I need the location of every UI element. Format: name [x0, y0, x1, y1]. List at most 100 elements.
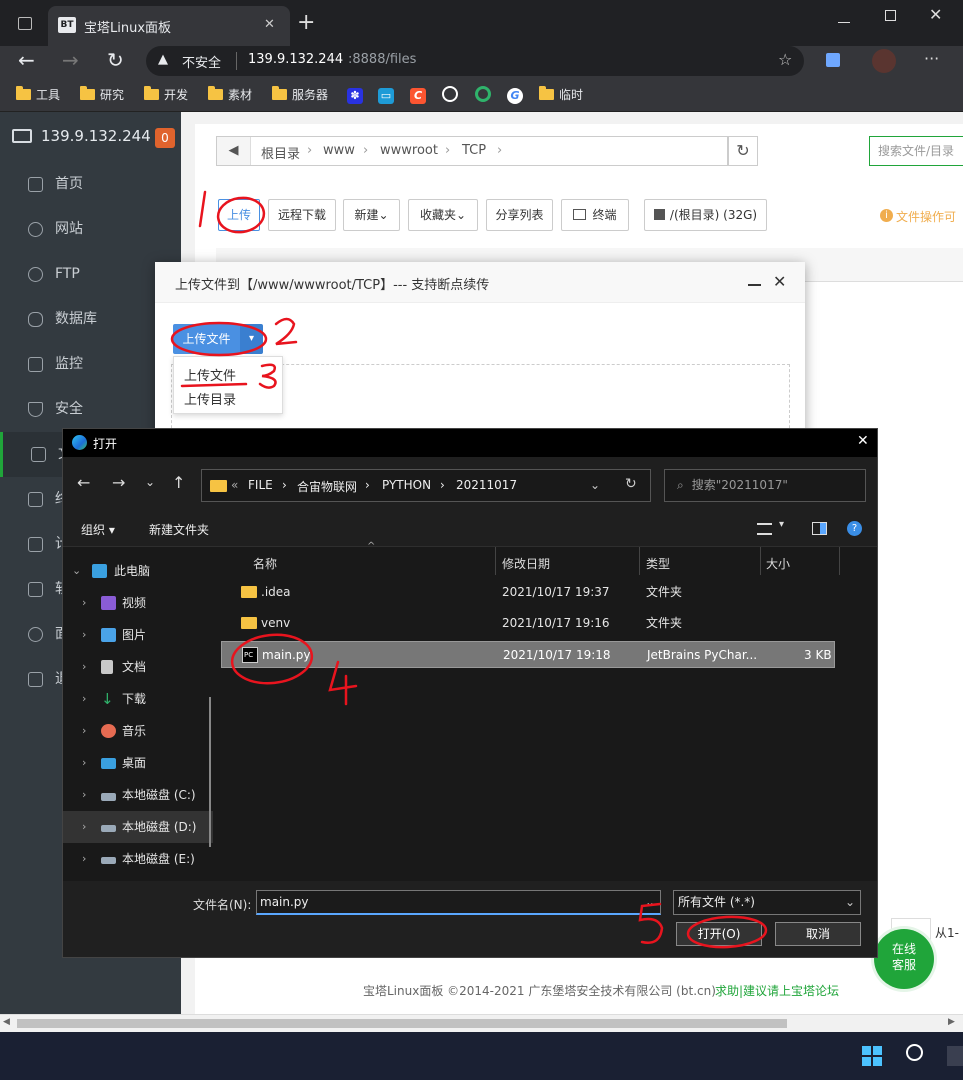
dialog-back-icon[interactable]: ←: [77, 473, 90, 492]
favorites-button[interactable]: 收藏夹⌄: [408, 199, 478, 231]
tree-node-drive-c[interactable]: › 本地磁盘 (C:): [63, 779, 213, 811]
dialog-forward-icon[interactable]: →: [112, 473, 125, 492]
tree-node-videos[interactable]: › 视频: [63, 587, 213, 619]
chevron-right-icon[interactable]: ›: [82, 843, 86, 875]
open-button[interactable]: 打开(O): [676, 922, 762, 946]
footer-forum-link[interactable]: 求助|建议请上宝塔论坛: [715, 982, 839, 999]
terminal-button[interactable]: 终端: [561, 199, 629, 231]
taskbar-app-icon[interactable]: [947, 1046, 963, 1066]
favorite-add-icon[interactable]: ☆: [778, 50, 792, 69]
tab-close-icon[interactable]: ✕: [264, 17, 275, 32]
bookmark-dev[interactable]: 开发: [144, 86, 188, 104]
filename-input[interactable]: main.py ⌄: [256, 890, 661, 915]
chevron-right-icon[interactable]: ›: [82, 587, 86, 619]
more-menu-icon[interactable]: ···: [924, 49, 939, 68]
file-search-input[interactable]: 搜索文件/目录: [869, 136, 963, 166]
reload-icon[interactable]: ↻: [107, 48, 124, 72]
column-name[interactable]: 名称: [253, 555, 277, 572]
view-menu-icon[interactable]: ▾: [779, 519, 784, 530]
dialog-search-input[interactable]: ⌕ 搜索"20211017": [664, 469, 866, 502]
bookmark-temp[interactable]: 临时: [539, 86, 583, 104]
menu-item-upload-file[interactable]: 上传文件: [184, 365, 236, 384]
sidebar-item-home[interactable]: 首页: [0, 162, 181, 207]
bookmark-research[interactable]: 研究: [80, 86, 124, 104]
tree-node-documents[interactable]: › 文档: [63, 651, 213, 683]
security-label[interactable]: 不安全: [182, 52, 221, 71]
view-list-icon[interactable]: [757, 523, 772, 535]
tree-node-pc[interactable]: ⌄ 此电脑: [63, 555, 213, 587]
filetype-select[interactable]: 所有文件 (*.*) ⌄: [673, 890, 861, 915]
remote-download-button[interactable]: 远程下载: [268, 199, 336, 231]
taskbar-search-icon[interactable]: [906, 1044, 923, 1061]
new-button[interactable]: 新建⌄: [343, 199, 400, 231]
start-icon[interactable]: [862, 1046, 882, 1066]
new-folder-button[interactable]: 新建文件夹: [149, 521, 209, 538]
file-row-main-py[interactable]: PC main.py 2021/10/17 19:18 JetBrains Py…: [221, 641, 835, 668]
sidebar-item-security[interactable]: 安全: [0, 387, 181, 432]
google-icon[interactable]: G: [507, 86, 523, 104]
dialog-history-icon[interactable]: ⌄: [145, 475, 155, 489]
chevron-right-icon[interactable]: ›: [82, 715, 86, 747]
upload-button[interactable]: 上传: [218, 199, 260, 231]
chevron-right-icon[interactable]: ›: [82, 651, 86, 683]
path-overflow[interactable]: «: [231, 478, 238, 492]
upload-dropdown-toggle[interactable]: ▾: [240, 324, 263, 354]
sidebar-item-website[interactable]: 网站: [0, 207, 181, 252]
path-segment-date[interactable]: 20211017: [456, 478, 517, 492]
tree-node-downloads[interactable]: › ↓ 下载: [63, 683, 213, 715]
disk-button[interactable]: /(根目录) (32G): [644, 199, 767, 231]
path-segment-hezhou[interactable]: 合宙物联网: [297, 478, 357, 495]
avatar[interactable]: [872, 49, 896, 73]
url-field[interactable]: ▲ 不安全 139.9.132.244 :8888/files ☆: [146, 46, 804, 76]
refresh-icon[interactable]: ↻: [728, 136, 758, 166]
tree-node-music[interactable]: › 音乐: [63, 715, 213, 747]
chevron-right-icon[interactable]: ›: [82, 683, 86, 715]
filename-history-icon[interactable]: ⌄: [645, 891, 655, 913]
bilibili-icon[interactable]: ▭: [378, 86, 394, 104]
tree-node-pictures[interactable]: › 图片: [63, 619, 213, 651]
scroll-right-icon[interactable]: ▶: [948, 1017, 955, 1027]
organize-button[interactable]: 组织 ▾: [81, 521, 115, 538]
file-row-venv[interactable]: venv 2021/10/17 19:16 文件夹: [221, 608, 835, 639]
online-service-button[interactable]: 在线 客服: [874, 929, 934, 989]
save-extension-icon[interactable]: [826, 53, 840, 67]
cancel-button[interactable]: 取消: [775, 922, 861, 946]
maximize-icon[interactable]: [885, 10, 896, 21]
path-segment-python[interactable]: PYTHON: [382, 478, 431, 492]
minimize-icon[interactable]: [838, 22, 850, 23]
tree-node-desktop[interactable]: › 桌面: [63, 747, 213, 779]
forward-icon[interactable]: →: [62, 48, 79, 72]
column-type[interactable]: 类型: [646, 555, 670, 572]
close-dialog-icon[interactable]: ✕: [857, 433, 869, 449]
chevron-right-icon[interactable]: ›: [82, 779, 86, 811]
breadcrumb-root[interactable]: 根目录: [261, 143, 300, 162]
file-row-idea[interactable]: .idea 2021/10/17 19:37 文件夹: [221, 577, 835, 608]
scroll-thumb[interactable]: [17, 1019, 787, 1028]
chevron-right-icon[interactable]: ›: [82, 811, 86, 843]
close-modal-icon[interactable]: ✕: [773, 272, 786, 291]
notice-badge[interactable]: 0: [155, 128, 175, 148]
breadcrumb-tcp[interactable]: TCP: [462, 143, 486, 158]
baidu-icon[interactable]: ✽: [347, 86, 363, 104]
sidebar-item-ftp[interactable]: FTP: [0, 252, 181, 297]
browser-tab[interactable]: BT 宝塔Linux面板 ✕: [48, 6, 290, 46]
share-list-button[interactable]: 分享列表: [486, 199, 553, 231]
bookmark-tools[interactable]: 工具: [16, 86, 60, 104]
column-size[interactable]: 大小: [766, 555, 790, 572]
csdn-icon[interactable]: C: [410, 86, 426, 104]
chevron-right-icon[interactable]: ›: [82, 747, 86, 779]
warning-icon[interactable]: ▲: [158, 52, 168, 67]
path-segment-file[interactable]: FILE: [248, 478, 273, 492]
breadcrumb-wwwroot[interactable]: wwwroot: [380, 143, 438, 158]
close-window-icon[interactable]: ✕: [929, 5, 942, 24]
chevron-right-icon[interactable]: ›: [82, 619, 86, 651]
new-tab-button[interactable]: +: [297, 10, 315, 35]
path-history-icon[interactable]: ⌄: [590, 478, 600, 492]
minimize-modal-icon[interactable]: [748, 284, 761, 286]
path-refresh-icon[interactable]: ↻: [625, 476, 637, 492]
bookmark-assets[interactable]: 素材: [208, 86, 252, 104]
bookmark-servers[interactable]: 服务器: [272, 86, 328, 104]
expand-down-icon[interactable]: ⌄: [72, 555, 81, 587]
github-icon[interactable]: [442, 86, 458, 104]
upload-file-button[interactable]: 上传文件: [173, 324, 240, 354]
